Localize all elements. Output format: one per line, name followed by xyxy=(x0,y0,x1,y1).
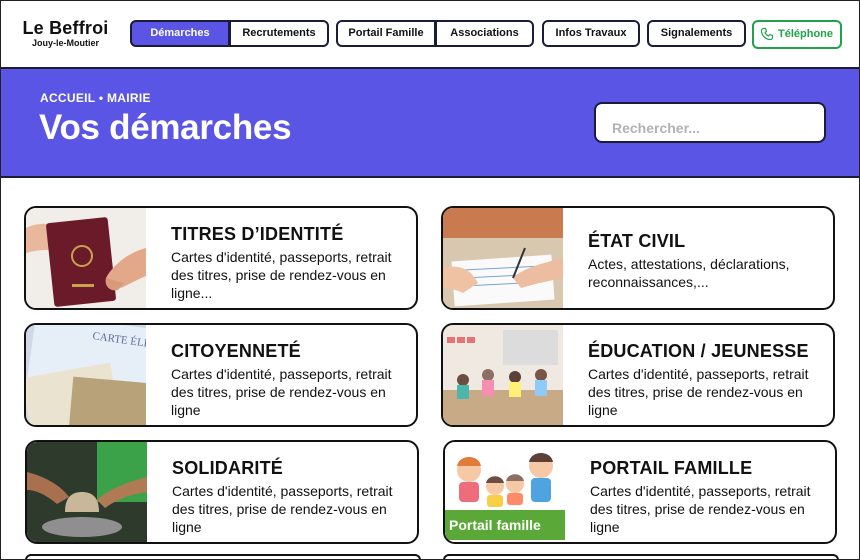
card-description: Cartes d'identité, passeports, retrait d… xyxy=(172,483,393,535)
passport-photo xyxy=(26,208,146,308)
card-citoyennete[interactable]: CARTE ÉLECTORALE CITOYENNETÉ Cartes d'id… xyxy=(24,323,418,427)
card-description: Cartes d'identité, passeports, retrait d… xyxy=(171,249,392,301)
phone-button[interactable]: Téléphone xyxy=(752,20,842,49)
hero-banner: ACCUEIL • MAIRIE Vos démarches xyxy=(0,69,860,176)
logo-name: Le Beffroi xyxy=(22,18,109,38)
card-partial[interactable] xyxy=(443,554,839,560)
card-title: SOLIDARITÉ xyxy=(172,458,284,478)
logo-subtitle: Jouy-le-Moutier xyxy=(31,38,99,48)
card-title: ÉTAT CIVIL xyxy=(588,231,686,251)
phone-label: Téléphone xyxy=(778,28,834,40)
classroom-photo xyxy=(443,325,563,425)
pottery-hands-photo xyxy=(27,442,147,542)
site-logo[interactable]: Le Beffroi Jouy-le-Moutier xyxy=(18,18,113,48)
hero-divider xyxy=(0,176,860,178)
card-portail-famille[interactable]: Portail famille PORTAIL FAMILLE Cartes d… xyxy=(443,440,837,544)
card-description: Actes, attestations, déclarations, recon… xyxy=(588,256,790,290)
card-title: TITRES D’IDENTITÉ xyxy=(171,224,344,244)
search-input[interactable] xyxy=(594,102,826,143)
nav-portail-famille[interactable]: Portail Famille xyxy=(336,20,436,47)
site-header: Le Beffroi Jouy-le-Moutier Démarches Rec… xyxy=(0,0,860,67)
nav-signalements[interactable]: Signalements xyxy=(647,20,746,47)
card-partial[interactable] xyxy=(25,554,421,560)
page-title: Vos démarches xyxy=(39,108,292,147)
image-caption: Portail famille xyxy=(449,517,541,533)
card-description: Cartes d'identité, passeports, retrait d… xyxy=(588,366,809,418)
card-description: Cartes d'identité, passeports, retrait d… xyxy=(171,366,392,418)
card-titres-identite[interactable]: TITRES D’IDENTITÉ Cartes d'identité, pas… xyxy=(24,206,418,310)
card-education-jeunesse[interactable]: ÉDUCATION / JEUNESSE Cartes d'identité, … xyxy=(441,323,835,427)
electoral-card-photo: CARTE ÉLECTORALE xyxy=(26,325,146,425)
card-title: ÉDUCATION / JEUNESSE xyxy=(588,341,809,361)
nav-infos-travaux[interactable]: Infos Travaux xyxy=(542,20,640,47)
card-title: PORTAIL FAMILLE xyxy=(590,458,753,478)
card-solidarite[interactable]: SOLIDARITÉ Cartes d'identité, passeports… xyxy=(25,440,419,544)
card-title: CITOYENNETÉ xyxy=(171,341,301,361)
breadcrumb[interactable]: ACCUEIL • MAIRIE xyxy=(40,91,151,105)
family-illustration: Portail famille xyxy=(445,442,565,542)
nav-demarches[interactable]: Démarches xyxy=(130,20,230,47)
nav-associations[interactable]: Associations xyxy=(435,20,534,47)
phone-icon xyxy=(760,27,774,41)
card-description: Cartes d'identité, passeports, retrait d… xyxy=(590,483,811,535)
card-etat-civil[interactable]: ÉTAT CIVIL Actes, attestations, déclarat… xyxy=(441,206,835,310)
writing-form-photo xyxy=(443,208,563,308)
nav-recrutements[interactable]: Recrutements xyxy=(229,20,329,47)
